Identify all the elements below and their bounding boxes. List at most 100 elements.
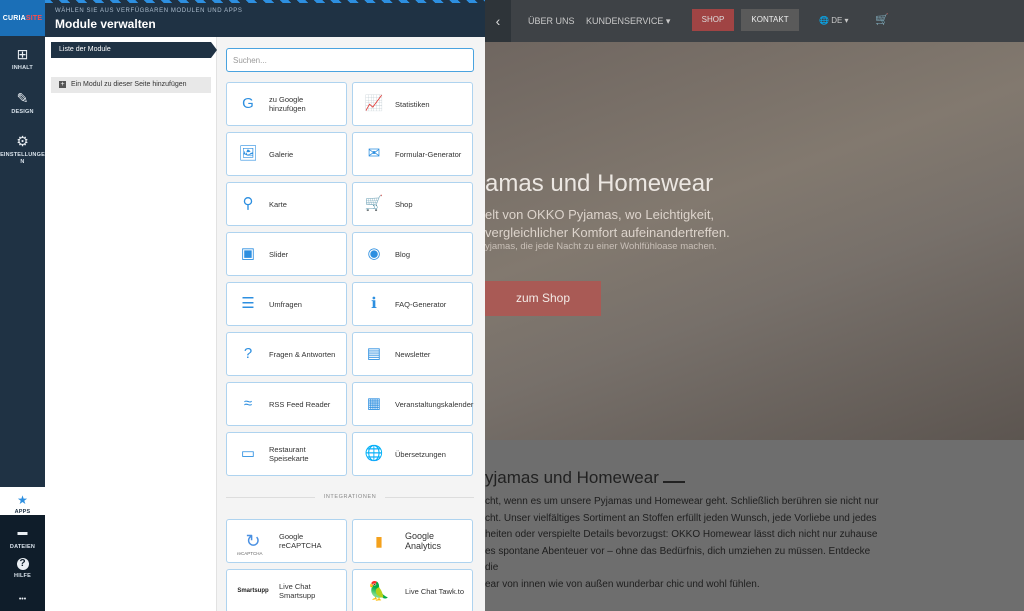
hero-title: amas und Homewear	[485, 170, 714, 197]
module-label: Umfragen	[269, 299, 302, 309]
title-underline	[663, 481, 685, 483]
gears-icon: ⚙	[16, 133, 29, 149]
smartsupp-logo: Smartsupp	[237, 588, 269, 594]
globe-icon: 🌐	[819, 16, 829, 25]
section-title: yjamas und Homewear	[485, 468, 659, 487]
module-label: Restaurant Speisekarte	[269, 445, 309, 463]
chevron-left-icon[interactable]: ‹	[485, 0, 511, 42]
search-input[interactable]	[226, 48, 474, 72]
module-label: FAQ-Generator	[395, 299, 447, 309]
rail-einstellungen-button[interactable]: ⚙ EINSTELLUNGE N	[0, 133, 45, 166]
module-label: Newsletter	[395, 349, 431, 359]
chart-line-icon: 📈	[364, 95, 384, 112]
tab-module-list[interactable]: Liste der Module	[51, 42, 217, 58]
module-card[interactable]: ✉ Formular-Generator	[352, 132, 473, 176]
rail-design-button[interactable]: ✎ DESIGN	[0, 90, 45, 116]
intro-section: yjamas und Homewear cht, wenn es um unse…	[485, 440, 1024, 611]
question-icon: ?	[243, 345, 253, 362]
gallery-icon: 🖼	[238, 145, 258, 162]
calendar-icon: ▦	[366, 395, 382, 412]
nav-shop-button[interactable]: SHOP	[692, 9, 734, 31]
nav-ueber-uns[interactable]: ÜBER UNS	[528, 16, 575, 26]
module-card[interactable]: Gzu Google hinzufügen	[226, 82, 347, 126]
module-label: Slider	[269, 249, 289, 259]
module-label: Blog	[395, 249, 411, 259]
module-card[interactable]: ≈ RSS Feed Reader	[226, 382, 347, 426]
recaptcha-brand-text: reCAPTCHA	[237, 551, 263, 556]
module-label: Shop	[395, 199, 413, 209]
slider-image-icon: ▣	[240, 245, 256, 262]
rail-more-button[interactable]: •••	[0, 592, 45, 608]
map-marker-icon: ⚲	[242, 195, 254, 212]
nav-kontakt-button[interactable]: KONTAKT	[741, 9, 799, 31]
module-card[interactable]: ⚲ Karte	[226, 182, 347, 226]
module-label: Formular-Generator	[395, 149, 462, 159]
nav-kundenservice[interactable]: KUNDENSERVICE ▾	[586, 16, 670, 27]
module-label: Übersetzungen	[395, 449, 446, 459]
panel-left-column: Liste der Module + Ein Modul zu dieser S…	[45, 37, 217, 611]
app-rail: CURIASITE ⊞ INHALT ✎ DESIGN ⚙ EINSTELLUN…	[0, 0, 45, 611]
module-label: RSS Feed Reader	[269, 399, 331, 409]
podcast-icon: ◉	[367, 245, 381, 262]
module-card[interactable]: ▤ Newsletter	[352, 332, 473, 376]
curiasite-logo[interactable]: CURIASITE	[0, 0, 45, 36]
cart-icon: 🛒	[364, 195, 384, 212]
cart-icon[interactable]: 🛒	[875, 13, 889, 26]
rail-hilfe-button[interactable]: ? HILFE	[0, 558, 45, 580]
hero-shop-button[interactable]: zum Shop	[485, 281, 601, 316]
module-card[interactable]: 🛒 Shop	[352, 182, 473, 226]
module-label: Fragen & Antworten	[269, 349, 336, 359]
rail-inhalt-button[interactable]: ⊞ INHALT	[0, 46, 45, 72]
integration-card[interactable]: ▮ Google Analytics	[352, 519, 473, 563]
integration-card[interactable]: ↻ Google reCAPTCHA reCAPTCHA	[226, 519, 347, 563]
help-icon: ?	[16, 558, 29, 570]
module-card[interactable]: ▦ Veranstaltungskalender	[352, 382, 473, 426]
module-card[interactable]: ▭ Restaurant Speisekarte	[226, 432, 347, 476]
folder-open-icon: ▭	[240, 445, 256, 462]
section-text: cht, wenn es um unsere Pyjamas und Homew…	[485, 496, 879, 590]
globe-icon: 🌐	[364, 445, 384, 462]
folder-icon: ▬	[17, 527, 28, 538]
hero-subtext: yjamas, die jede Nacht zu einer Wohlfühl…	[485, 241, 717, 252]
rail-apps-label-group: ★ APPS	[14, 493, 31, 515]
integration-label: Live Chat Tawk.to	[405, 586, 465, 596]
module-label: zu Google hinzufügen	[269, 95, 306, 113]
newspaper-icon: ▤	[366, 345, 382, 362]
google-icon: G	[242, 95, 254, 112]
info-icon: ℹ	[371, 295, 377, 312]
panel-title: Module verwalten	[55, 17, 156, 31]
module-grid-column: Gzu Google hinzufügen 📈 Statistiken 🖼 Galeri…	[217, 37, 485, 611]
module-card[interactable]: ☰ Umfragen	[226, 282, 347, 326]
brush-icon: ✎	[16, 90, 29, 106]
module-card[interactable]: ℹ FAQ-Generator	[352, 282, 473, 326]
rail-dateien-button[interactable]: ▬ DATEIEN	[0, 525, 45, 551]
integration-label: Google Analytics	[405, 531, 442, 551]
hero-section: amas und Homewear elt von OKKO Pyjamas, …	[485, 42, 1024, 440]
module-card[interactable]: ▣ Slider	[226, 232, 347, 276]
tawk-parrot-icon: 🦜	[367, 581, 391, 601]
rss-icon: ≈	[243, 395, 253, 412]
site-preview: ‹ ÜBER UNS KUNDENSERVICE ▾ SHOP KONTAKT …	[485, 0, 1024, 611]
integration-label: Live Chat Smartsupp	[279, 582, 316, 600]
list-check-icon: ☰	[241, 295, 255, 312]
module-card[interactable]: 🖼 Galerie	[226, 132, 347, 176]
module-label: Statistiken	[395, 99, 430, 109]
language-selector[interactable]: 🌐 DE ▾	[819, 16, 849, 25]
envelope-icon: ✉	[367, 145, 381, 162]
integration-card[interactable]: 🦜 Live Chat Tawk.to	[352, 569, 473, 611]
integration-card[interactable]: Smartsupp Live Chat Smartsupp	[226, 569, 347, 611]
module-card[interactable]: 📈 Statistiken	[352, 82, 473, 126]
module-card[interactable]: ◉ Blog	[352, 232, 473, 276]
module-card[interactable]: 🌐 Übersetzungen	[352, 432, 473, 476]
module-label: Veranstaltungskalender	[395, 399, 474, 409]
panel-subtitle: WÄHLEN SIE AUS VERFÜGBAREN MODULEN UND A…	[55, 8, 243, 14]
recaptcha-icon: ↻	[245, 531, 261, 551]
hero-text: elt von OKKO Pyjamas, wo Leichtigkeit, v…	[485, 207, 730, 240]
add-module-button[interactable]: + Ein Modul zu dieser Seite hinzufügen	[51, 77, 211, 93]
integration-label: Google reCAPTCHA	[279, 532, 322, 550]
module-card[interactable]: ? Fragen & Antworten	[226, 332, 347, 376]
module-label: Galerie	[269, 149, 294, 159]
star-icon: ★	[17, 493, 28, 507]
plus-square-icon: ⊞	[16, 46, 29, 62]
more-icon: •••	[18, 596, 27, 603]
